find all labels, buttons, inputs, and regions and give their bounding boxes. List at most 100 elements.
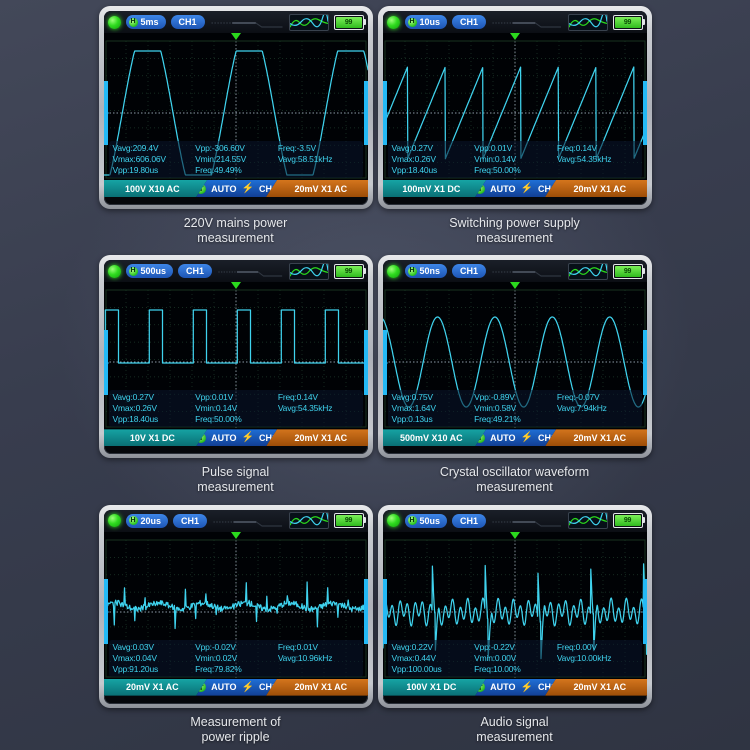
timebase-pill[interactable]: H 5ms xyxy=(125,15,166,29)
left-level-arrow-icon[interactable] xyxy=(103,109,109,118)
channel-pill[interactable]: CH1 xyxy=(452,513,487,528)
measurement-value: Vavg:0.27V xyxy=(112,392,155,403)
timebase-pill[interactable]: H 10us xyxy=(404,15,448,29)
channel-label: CH1 xyxy=(460,17,479,27)
trigger-position-marker-icon[interactable] xyxy=(230,282,241,290)
channel2-settings-segment[interactable]: 20mV X1 AC xyxy=(265,429,368,447)
caption-line-1: Audio signal xyxy=(480,714,549,729)
channel1-settings-segment[interactable]: 100V X1 DC xyxy=(383,679,487,696)
scope-caption: Switching power supply measurement xyxy=(449,216,580,246)
waveform-preview-icon xyxy=(288,13,329,31)
scope-bottom-bar: 10V X1 DC T AUTO ⚡ CH1 20mV X1 AC xyxy=(103,429,368,447)
run-status-indicator-icon[interactable] xyxy=(386,264,400,278)
measurement-value: Freq:-3.5V xyxy=(277,143,316,153)
left-level-arrow-icon[interactable] xyxy=(382,607,388,616)
timebase-pill[interactable]: H 20us xyxy=(125,513,169,528)
waveform-plot-area[interactable]: Vavg:0.27V Vpp:0.01V Freq:0.14V Vmax:0.26V V… xyxy=(103,282,368,430)
trigger-position-marker-icon[interactable] xyxy=(230,33,241,40)
channel-pill[interactable]: CH1 xyxy=(173,513,208,528)
measurement-readout-panel: Vavg:0.03V Vpp:-0.02V Freq:0.01V Vmax:0.04V… xyxy=(108,639,363,677)
channel1-settings-segment[interactable]: 20mV X1 AC xyxy=(104,679,208,696)
run-status-indicator-icon[interactable] xyxy=(107,15,121,29)
run-status-indicator-icon[interactable] xyxy=(107,514,121,528)
trigger-settings-segment[interactable]: T AUTO ⚡ CH1 xyxy=(475,180,556,197)
trigger-settings-segment[interactable]: T AUTO ⚡ CH1 xyxy=(196,679,277,696)
trigger-position-marker-icon[interactable] xyxy=(509,531,520,539)
run-status-indicator-icon[interactable] xyxy=(386,15,400,29)
oscilloscope-device[interactable]: H 50us CH1 99 Vavg:0.22V Vpp:-0.22V Freq… xyxy=(377,504,652,708)
waveform-plot-area[interactable]: Vavg:0.75V Vpp:-0.89V Freq:-0.07V Vmax:1.64… xyxy=(382,282,647,430)
right-level-arrow-icon[interactable] xyxy=(362,607,368,616)
scope-caption: Crystal oscillator waveform measurement xyxy=(440,465,589,495)
right-level-arrow-icon[interactable] xyxy=(641,109,647,118)
trigger-settings-segment[interactable]: T AUTO ⚡ CH1 xyxy=(196,180,277,197)
channel2-settings-segment[interactable]: 20mV X1 AC xyxy=(265,678,368,696)
battery-level-label: 99 xyxy=(344,18,353,26)
channel-pill[interactable]: CH1 xyxy=(452,15,487,29)
trigger-track-decoration xyxy=(491,265,562,277)
oscilloscope-device[interactable]: H 5ms CH1 99 Vavg:209.4V Vpp:-306.60V Fr… xyxy=(98,6,373,209)
channel1-settings-segment[interactable]: 500mV X10 AC xyxy=(383,429,487,446)
oscilloscope-device[interactable]: H 50ns CH1 99 Vavg:0.75V Vpp:-0.89V Freq… xyxy=(377,255,652,459)
oscilloscope-device[interactable]: H 500us CH1 99 Vavg:0.27V Vpp:0.01V Freq… xyxy=(98,255,373,459)
run-status-indicator-icon[interactable] xyxy=(386,514,400,528)
trigger-settings-segment[interactable]: T AUTO ⚡ CH1 xyxy=(475,679,556,696)
measurement-value xyxy=(557,165,638,176)
horizontal-badge-icon: H xyxy=(407,17,417,27)
right-level-arrow-icon[interactable] xyxy=(362,358,368,367)
channel2-settings-segment[interactable]: 20mV X1 AC xyxy=(544,678,647,696)
oscilloscope-device[interactable]: H 10us CH1 99 Vavg:0.27V Vpp:0.01V Freq:… xyxy=(377,6,652,209)
caption-line-1: Switching power supply xyxy=(449,216,580,230)
trigger-mode-label: AUTO xyxy=(490,432,516,443)
channel-pill[interactable]: CH1 xyxy=(178,264,213,279)
channel1-settings-label: 20mV X1 AC xyxy=(125,682,179,693)
channel2-settings-segment[interactable]: 20mV X1 AC xyxy=(544,180,647,197)
channel1-settings-label: 100mV X1 DC xyxy=(402,183,461,194)
left-level-arrow-icon[interactable] xyxy=(103,358,109,367)
measurement-value: Vavg:54.35kHz xyxy=(556,154,612,164)
waveform-plot-area[interactable]: Vavg:0.03V Vpp:-0.02V Freq:0.01V Vmax:0.04V… xyxy=(103,531,368,679)
waveform-plot-area[interactable]: Vavg:0.27V Vpp:0.01V Freq:0.14V Vmax:0.26V V… xyxy=(382,33,647,180)
measurement-value: Vpp:0.13us xyxy=(391,414,433,425)
measurement-value xyxy=(557,664,638,675)
left-level-arrow-icon[interactable] xyxy=(382,109,388,118)
scope-caption: 220V mains power measurement xyxy=(184,216,288,246)
trigger-settings-segment[interactable]: T AUTO ⚡ CH1 xyxy=(196,429,277,446)
waveform-plot-area[interactable]: Vavg:0.22V Vpp:-0.22V Freq:0.00V Vmax:0.44V… xyxy=(382,531,647,679)
trigger-position-marker-icon[interactable] xyxy=(230,531,241,539)
oscilloscope-device[interactable]: H 20us CH1 99 Vavg:0.03V Vpp:-0.02V Freq… xyxy=(98,504,373,708)
measurement-value: Freq:0.00V xyxy=(556,641,597,652)
trigger-edge-icon: ⚡ xyxy=(520,432,533,444)
channel2-settings-segment[interactable]: 20mV X1 AC xyxy=(265,180,368,197)
battery-indicator-icon: 99 xyxy=(333,14,366,30)
measurement-value: Vavg:7.94kHz xyxy=(556,403,607,414)
measurement-value: Vmin:0.14V xyxy=(474,154,517,164)
measurement-value: Vpp:-306.60V xyxy=(195,143,245,153)
channel2-settings-segment[interactable]: 20mV X1 AC xyxy=(544,429,647,447)
timebase-pill[interactable]: H 50ns xyxy=(404,264,448,279)
waveform-plot-area[interactable]: Vavg:209.4V Vpp:-306.60V Freq:-3.5V Vmax:60… xyxy=(103,33,368,180)
measurement-readout-panel: Vavg:0.75V Vpp:-0.89V Freq:-0.07V Vmax:1.64… xyxy=(387,390,642,428)
channel-pill[interactable]: CH1 xyxy=(452,264,487,279)
channel1-settings-segment[interactable]: 10V X1 DC xyxy=(104,429,208,446)
horizontal-badge-icon: H xyxy=(128,266,138,276)
channel1-settings-segment[interactable]: 100mV X1 DC xyxy=(383,180,487,197)
trigger-settings-segment[interactable]: T AUTO ⚡ CH1 xyxy=(475,429,556,446)
timebase-pill[interactable]: H 500us xyxy=(125,264,174,279)
channel2-settings-label: 20mV X1 AC xyxy=(573,432,627,443)
left-level-arrow-icon[interactable] xyxy=(103,607,109,616)
channel1-settings-segment[interactable]: 100V X10 AC xyxy=(104,180,208,197)
scope-top-status-bar: H 20us CH1 99 xyxy=(103,509,368,532)
run-status-indicator-icon[interactable] xyxy=(107,264,121,278)
right-level-arrow-icon[interactable] xyxy=(641,607,647,616)
trigger-position-marker-icon[interactable] xyxy=(509,33,520,40)
right-level-arrow-icon[interactable] xyxy=(362,109,368,118)
timebase-pill[interactable]: H 50us xyxy=(404,513,448,528)
caption-line-2: measurement xyxy=(476,231,553,245)
scope-bottom-bar: 20mV X1 AC T AUTO ⚡ CH1 20mV X1 AC xyxy=(103,678,368,696)
trigger-position-marker-icon[interactable] xyxy=(509,282,520,290)
left-level-arrow-icon[interactable] xyxy=(382,358,388,367)
channel-pill[interactable]: CH1 xyxy=(170,15,205,29)
right-level-arrow-icon[interactable] xyxy=(641,358,647,367)
trigger-mode-label: AUTO xyxy=(490,682,516,693)
